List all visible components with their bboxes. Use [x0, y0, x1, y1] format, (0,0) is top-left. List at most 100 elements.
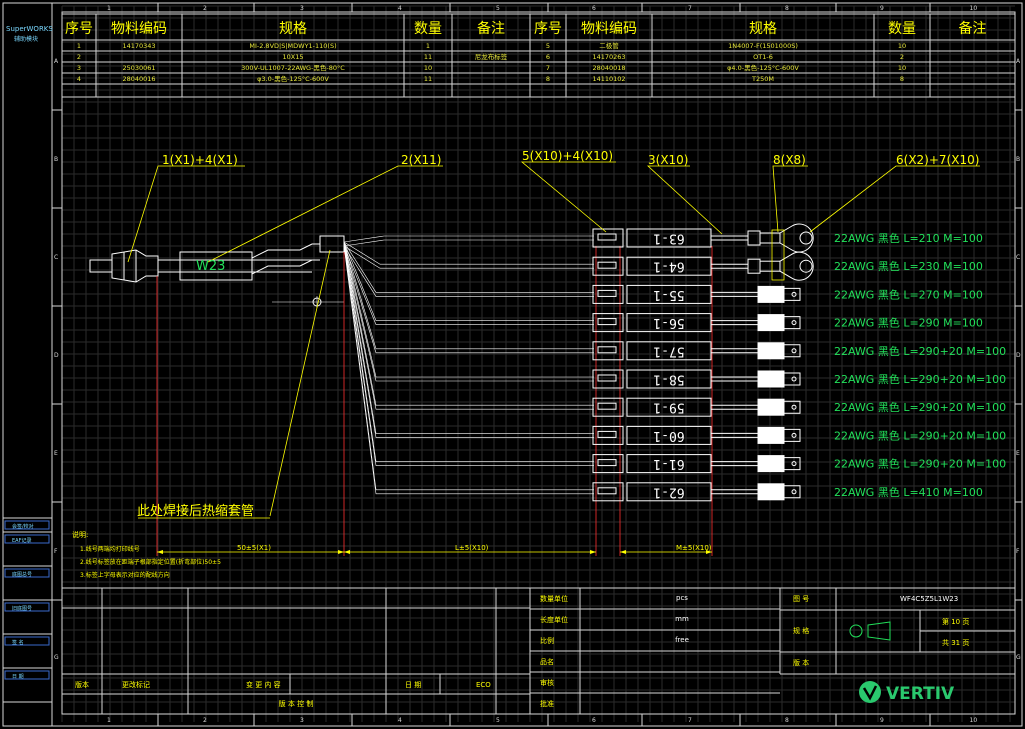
callout-connector: 1(X1)+4(X1) — [162, 153, 238, 167]
bom-header: 物料编码 — [111, 21, 167, 37]
rev-cell: 日 期 — [405, 681, 421, 689]
notes-title: 说明: — [72, 530, 88, 539]
wire-fan — [343, 245, 594, 354]
zone-col-label: 6 — [592, 5, 596, 12]
tab-terminal-body — [757, 398, 785, 416]
zone-col-label: 3 — [300, 717, 304, 724]
zone-col-label: 7 — [688, 5, 692, 12]
bom-cell: 1 — [426, 42, 430, 50]
bom-table: 序号 物料编码 规格 数量 备注 序号 物料编码 规格 数量 备注 1 14170343 MI-2.8V… — [61, 13, 1016, 98]
weld-note: 此处焊接后热缩套管 — [137, 503, 254, 519]
diode-body — [597, 487, 617, 495]
bom-header: 序号 — [534, 21, 562, 37]
bom-cell: 5 — [546, 42, 550, 50]
callout-ring: 6(X2)+7(X10) — [896, 153, 979, 167]
wire-tag: 64-1 — [653, 259, 684, 274]
sleeve-label: W23 — [196, 259, 225, 274]
background-grid — [61, 5, 1015, 722]
leader-weld — [269, 249, 331, 517]
zone-col-label: 1 — [107, 5, 111, 12]
tab-terminal-body — [757, 426, 785, 444]
bom-cell: 25030061 — [122, 64, 155, 72]
bom-cell: 7 — [546, 64, 550, 72]
zone-row-label: D — [1016, 352, 1021, 359]
zone-col-label: 9 — [880, 717, 884, 724]
wire-fan — [343, 241, 594, 378]
bom-cell: 14170263 — [592, 53, 625, 61]
bom-cell: 14170343 — [122, 42, 155, 50]
left-bar-label: 旧底图号 — [12, 605, 32, 612]
bom-cell: 300V-UL1007-22AWG-黑色-80°C — [241, 63, 345, 72]
wire-spec: 22AWG 黑色 L=290 M=100 — [834, 316, 983, 330]
projection-symbol — [849, 624, 863, 638]
dim-label-3: M±5(X10) — [676, 544, 712, 552]
bom-cell: 8 — [900, 75, 904, 83]
zone-row-label: A — [54, 58, 59, 65]
zone-col-label: 6 — [592, 717, 596, 724]
zone-col-label: 4 — [398, 5, 402, 12]
tb-label: 长度单位 — [540, 615, 568, 624]
zone-row-label: F — [54, 548, 58, 555]
bom-cell: 14110102 — [592, 75, 625, 83]
bom-cell: 11 — [424, 75, 432, 83]
tb-label-spec: 规 格 — [793, 626, 809, 635]
bom-cell: 8 — [546, 75, 550, 83]
dim-arrow — [338, 550, 344, 554]
bom-cell: MI-2.8VD|S|MDWY1-110(S) — [249, 42, 336, 50]
zone-row-label: B — [1016, 156, 1020, 163]
bom-header: 备注 — [477, 20, 505, 37]
bom-cell: 10 — [898, 64, 906, 72]
bom-header: 序号 — [65, 21, 93, 37]
diode-body — [597, 233, 617, 241]
leader-sleeve — [646, 165, 723, 235]
rev-cell: ECO — [476, 681, 491, 689]
callout-terminal: 8(X8) — [773, 153, 806, 167]
notes-line-2: 2.线号标签放在距端子根部指定位置(折弯部位)50±5 — [80, 558, 221, 566]
wire-spec: 22AWG 黑色 L=290+20 M=100 — [834, 400, 1006, 414]
wire-fan — [343, 245, 594, 495]
tb-label: 品名 — [540, 657, 554, 666]
zone-col-label: 9 — [880, 5, 884, 12]
tab-terminal-body — [757, 455, 785, 473]
zone-row-label: G — [54, 654, 59, 661]
wire-fan — [343, 239, 594, 247]
zone-row-label: B — [54, 156, 58, 163]
zone-col-label: 1 — [107, 717, 111, 724]
dim-arrow — [344, 550, 350, 554]
wire-fan — [343, 241, 594, 462]
rev-cell: 版本 — [75, 680, 89, 689]
dim-label-2: L±5(X10) — [455, 544, 489, 552]
tb-label: 比例 — [540, 636, 554, 645]
zone-row-label: A — [1016, 58, 1021, 65]
zone-col-label: 10 — [970, 5, 978, 12]
diode-body — [597, 402, 617, 410]
left-bar-label: EAF记录 — [12, 537, 31, 544]
wire-tag: 63-1 — [653, 231, 684, 246]
tb-label-version: 版 本 — [793, 658, 809, 667]
wire-fan — [343, 245, 594, 297]
tb-label: 批准 — [540, 699, 554, 708]
bom-cell: 11 — [424, 53, 432, 61]
bom-header: 数量 — [414, 21, 442, 37]
zone-col-label: 10 — [970, 717, 978, 724]
wire-spec: 22AWG 黑色 L=270 M=100 — [834, 287, 983, 301]
tab-terminal-body — [757, 483, 785, 501]
tab-terminal-body — [757, 314, 785, 332]
zone-row-label: D — [54, 352, 59, 359]
vertiv-logo-text: VERTIV — [886, 684, 955, 704]
zone-row-label: G — [1016, 654, 1021, 661]
bom-header: 规格 — [749, 21, 777, 37]
wire-spec: 22AWG 黑色 L=210 M=100 — [834, 231, 983, 245]
wire-fan — [343, 245, 594, 382]
left-signature-bar: 会签/校对 EAF记录底图总号旧底图号签 名日 期 — [3, 517, 52, 703]
diode-body — [597, 459, 617, 467]
wire-spec: 22AWG 黑色 L=290+20 M=100 — [834, 344, 1006, 358]
zone-col-label: 8 — [785, 5, 789, 12]
ring-terminal — [779, 251, 814, 281]
bom-cell: 尼龙布标签 — [475, 52, 508, 61]
zone-row-label: E — [54, 450, 58, 457]
bom-cell: 2 — [77, 53, 81, 61]
diode-body — [597, 318, 617, 326]
callout-diode: 5(X10)+4(X10) — [522, 149, 613, 163]
wire-tag: 55-1 — [653, 287, 684, 302]
